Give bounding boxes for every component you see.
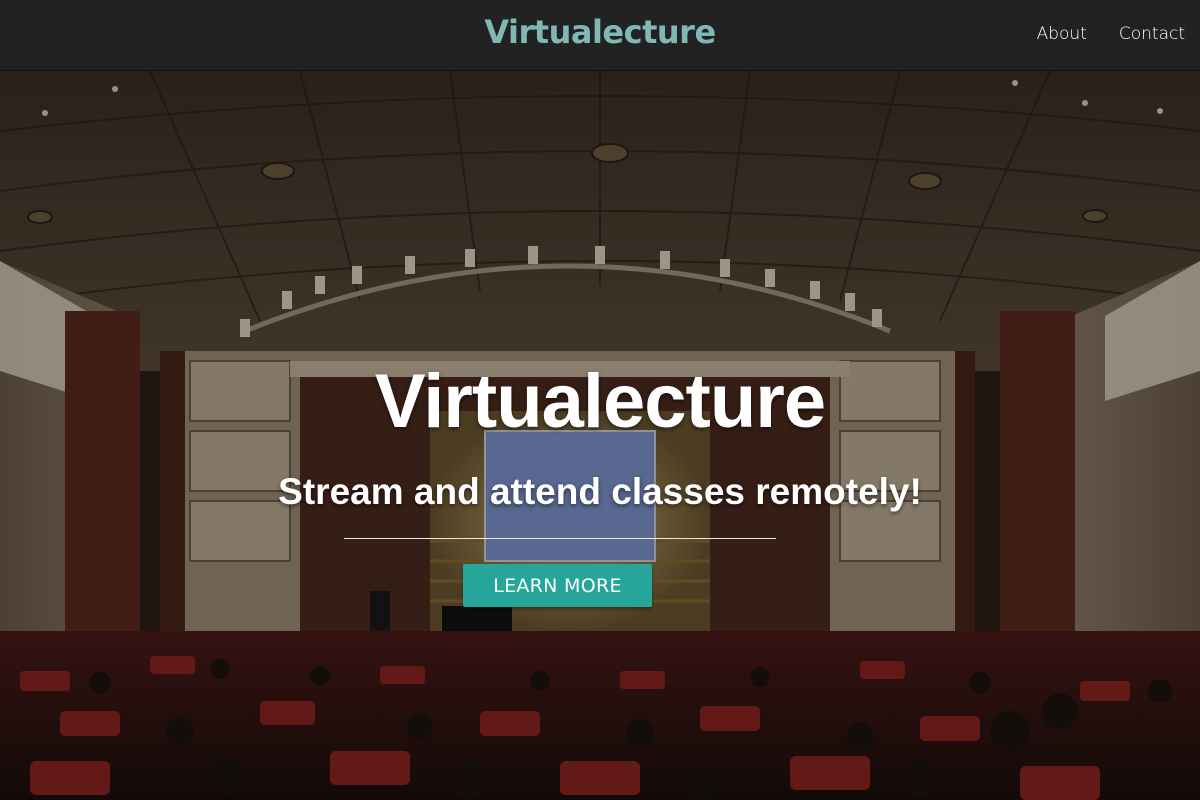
top-navbar: Virtualecture About Contact bbox=[0, 0, 1200, 71]
hero-subtitle: Stream and attend classes remotely! bbox=[278, 471, 922, 512]
nav-link-contact[interactable]: Contact bbox=[1119, 24, 1185, 44]
nav-links: About Contact bbox=[1037, 24, 1185, 44]
hero-title: Virtualecture bbox=[374, 359, 826, 444]
hero-section: Virtualecture Stream and attend classes … bbox=[0, 71, 1200, 800]
brand-name[interactable]: Virtualecture bbox=[484, 13, 716, 51]
nav-link-about[interactable]: About bbox=[1037, 24, 1087, 44]
hero-content: Virtualecture Stream and attend classes … bbox=[0, 71, 1200, 800]
learn-more-button[interactable]: LEARN MORE bbox=[463, 564, 652, 607]
brand-logo[interactable]: Virtualecture bbox=[0, 13, 1200, 51]
hero-divider bbox=[344, 538, 776, 539]
